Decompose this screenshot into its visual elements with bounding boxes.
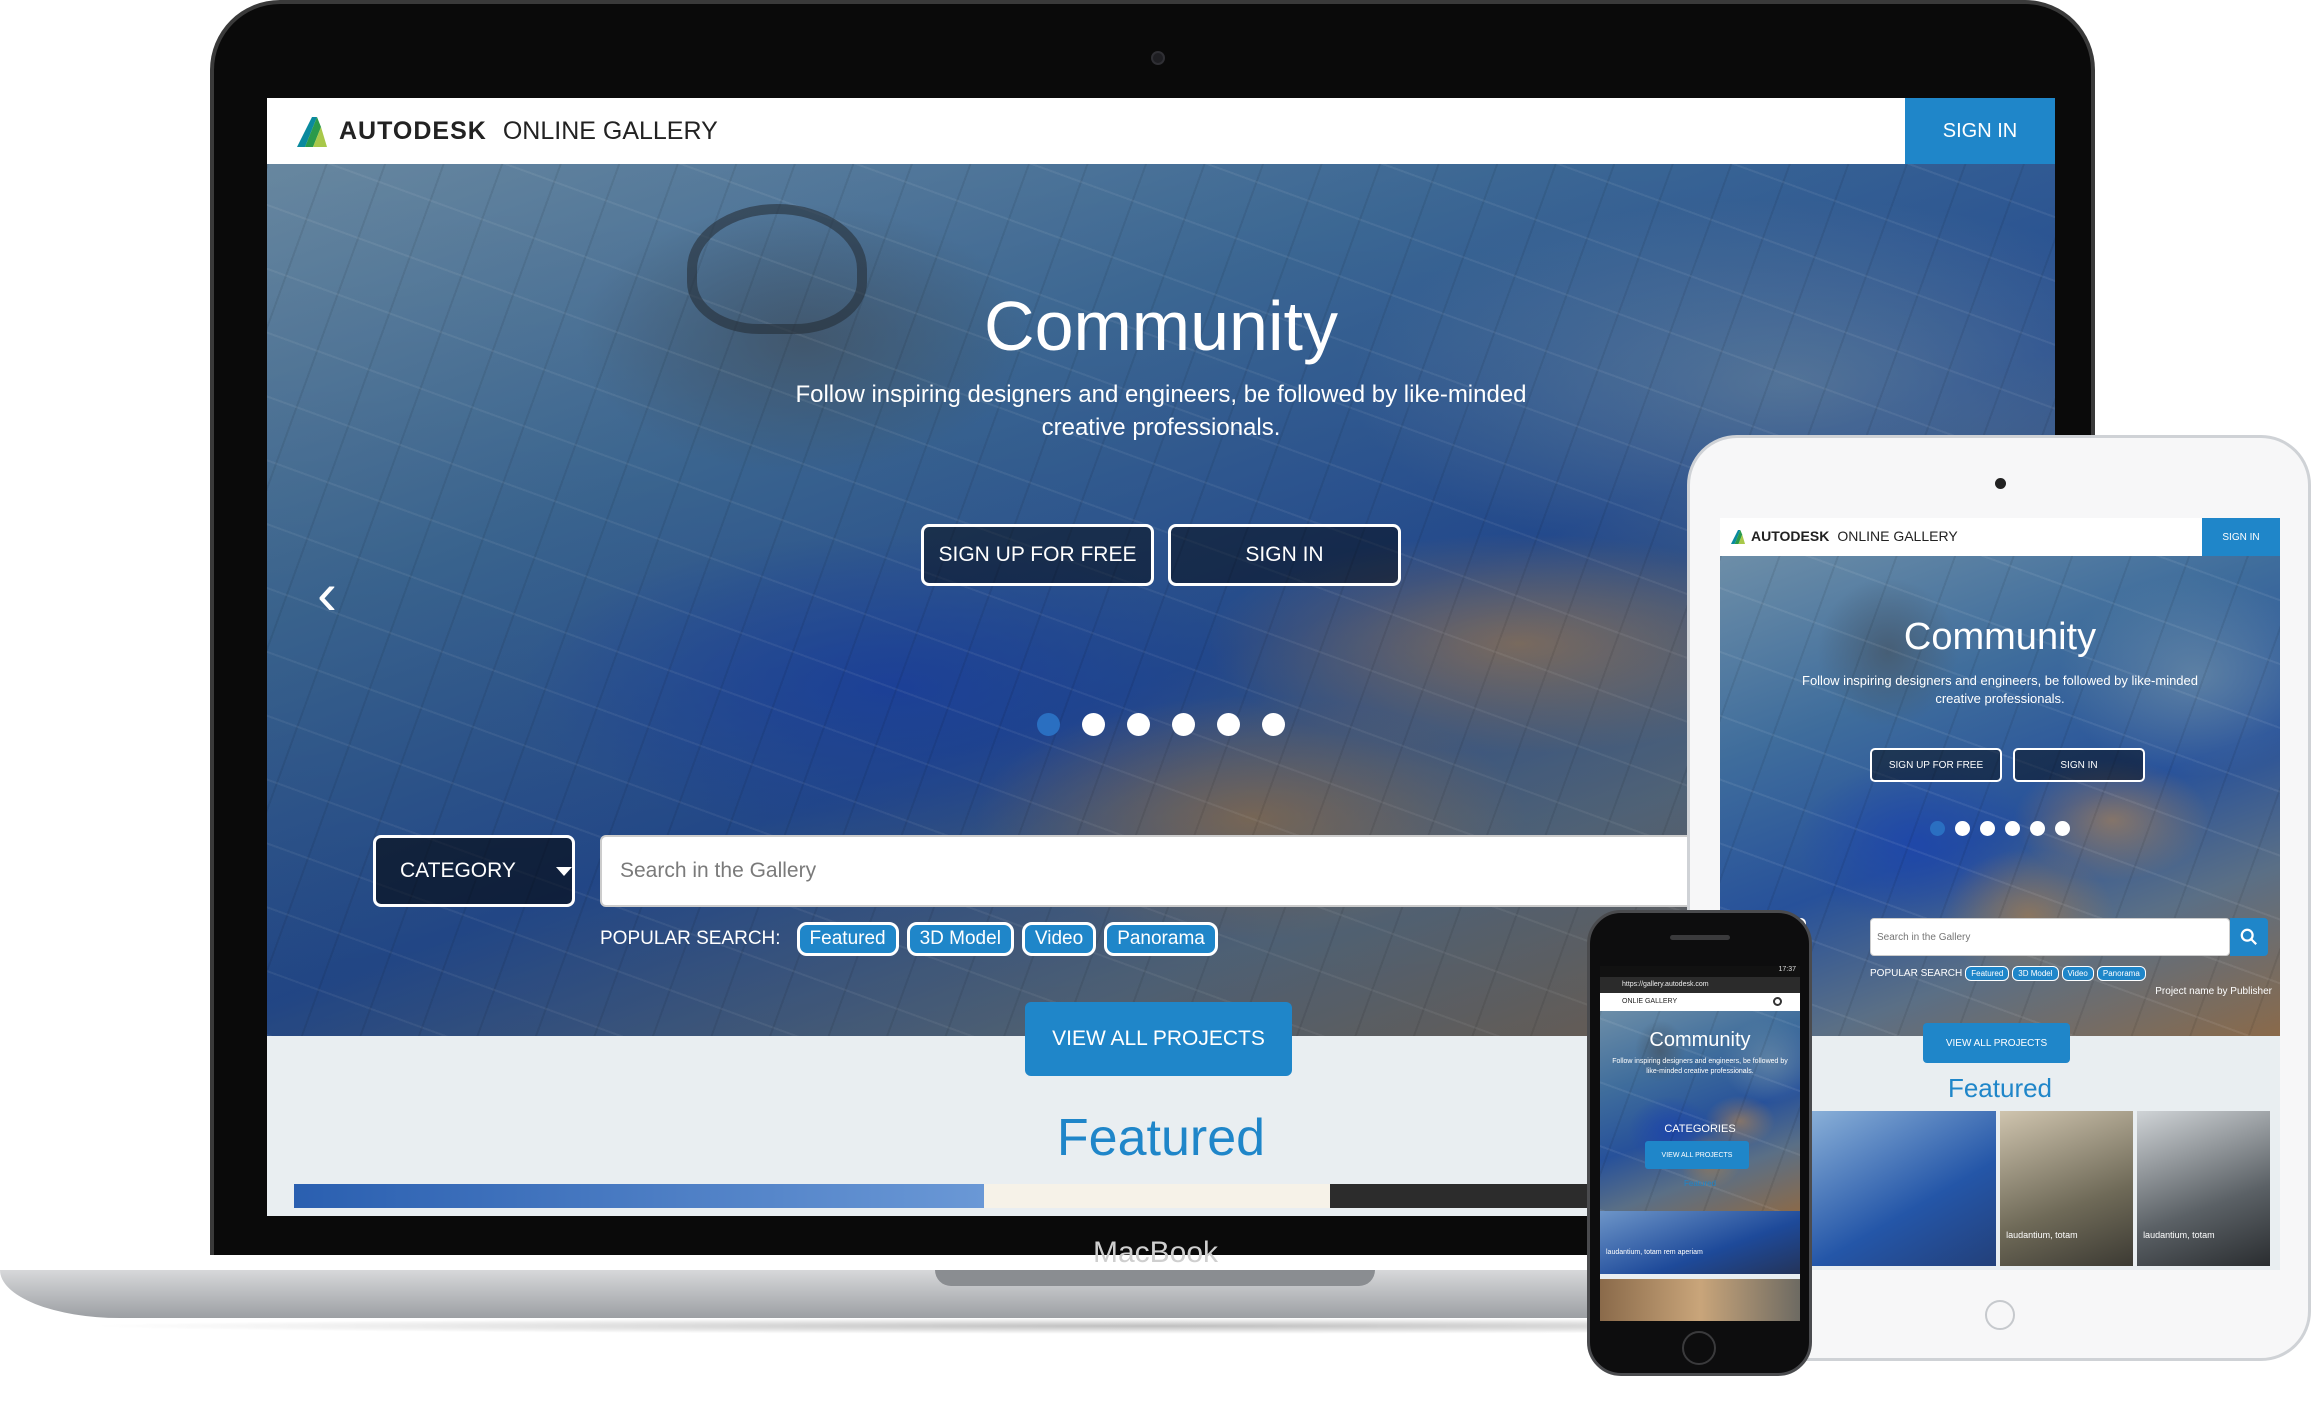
brand-name: AUTODESK — [339, 116, 487, 145]
hero-title: Community — [984, 287, 1338, 365]
carousel-dot[interactable] — [2055, 821, 2070, 836]
hero-subtitle: Follow inspiring designers and engineers… — [795, 381, 1527, 441]
carousel-dot[interactable] — [1930, 821, 1945, 836]
autodesk-logo-icon — [1730, 529, 1746, 544]
topbar-sign-in-button[interactable]: SIGN IN — [1905, 98, 2055, 164]
card-caption: laudantium, totam rem aperiam — [1606, 1249, 1703, 1256]
top-nav-bar: AUTODESK ONLINE GALLERY SIGN IN — [267, 98, 2055, 164]
camera-icon — [1995, 478, 2006, 489]
popular-chip-featured[interactable]: Featured — [1965, 966, 2010, 981]
app-name: ONLINE GALLERY — [502, 116, 718, 145]
camera-icon — [1151, 51, 1165, 65]
carousel-dot[interactable] — [2030, 821, 2045, 836]
category-dropdown[interactable]: CATEGORY — [373, 835, 575, 907]
carousel-dot[interactable] — [2005, 821, 2020, 836]
hero-subtitle: Follow inspiring designers and engineers… — [1612, 1058, 1788, 1075]
hero-title: Community — [1903, 616, 2097, 658]
autodesk-logo-icon — [297, 117, 327, 147]
topbar-sign-in-button[interactable]: SIGN IN — [2202, 518, 2280, 556]
app-name: ONLINE GALLERY — [1837, 528, 1958, 544]
featured-thumbnail[interactable] — [1810, 1111, 1997, 1266]
search-button[interactable] — [2230, 918, 2268, 956]
popular-chip-video[interactable]: Video — [2061, 966, 2094, 981]
brand-logo[interactable]: AUTODESK ONLINE GALLERY — [1730, 528, 1958, 544]
hero-title: Community — [1649, 1029, 1751, 1051]
top-nav-bar: AUTODESK ONLINE GALLERY SIGN IN — [1720, 518, 2280, 556]
popular-search-label: POPULAR SEARCH: — [600, 928, 781, 949]
phone-screen: 17:37 https://gallery.autodesk.com ONLIE… — [1600, 966, 1800, 1321]
category-label: CATEGORY — [400, 859, 516, 882]
featured-card[interactable] — [1600, 1279, 1800, 1321]
popular-chip-video[interactable]: Video — [1021, 922, 1097, 956]
hero-subtitle: Follow inspiring designers and engineers… — [1802, 673, 2198, 706]
featured-thumbnail[interactable]: laudantium, totam — [2137, 1111, 2270, 1266]
browser-url-bar[interactable]: https://gallery.autodesk.com — [1600, 977, 1800, 993]
carousel-dot[interactable] — [1980, 821, 1995, 836]
carousel-dot[interactable] — [1037, 713, 1060, 736]
laptop-notch — [935, 1270, 1375, 1286]
featured-thumbnail[interactable]: laudantium, totam — [2000, 1111, 2134, 1266]
carousel-dot[interactable] — [1082, 713, 1105, 736]
popular-search: POPULAR SEARCH: Featured 3D Model Video … — [600, 922, 1218, 956]
view-all-projects-button[interactable]: VIEW ALL PROJECTS — [1923, 1023, 2070, 1063]
hero-carousel: Community Follow inspiring designers and… — [1600, 1011, 1800, 1211]
carousel-dots — [1037, 713, 1285, 736]
app-name: ONLIE GALLERY — [1622, 998, 1678, 1005]
thumbnail-caption: laudantium, totam — [2006, 1230, 2078, 1240]
brand-logo[interactable]: AUTODESK ONLINE GALLERY — [295, 115, 718, 147]
home-button — [1682, 1331, 1716, 1365]
popular-chip-3d-model[interactable]: 3D Model — [2012, 966, 2059, 981]
caret-down-icon — [555, 866, 572, 876]
thumbnail-caption: laudantium, totam — [2143, 1230, 2215, 1240]
search-icon — [2240, 928, 2257, 945]
popular-search-label: POPULAR SEARCH — [1870, 968, 1963, 979]
home-button — [1985, 1300, 2015, 1330]
hero-sign-in-button[interactable]: SIGN IN — [2013, 748, 2145, 782]
carousel-dot[interactable] — [1127, 713, 1150, 736]
status-bar: 17:37 — [1600, 966, 1800, 977]
featured-thumbnail[interactable] — [294, 1184, 984, 1208]
popular-chip-panorama[interactable]: Panorama — [1104, 922, 1218, 956]
featured-card[interactable]: laudantium, totam rem aperiam — [1600, 1211, 1800, 1274]
phone-frame: 17:37 https://gallery.autodesk.com ONLIE… — [1587, 910, 1812, 1376]
featured-thumbnails: laudantium, totam laudantium, totam — [1810, 1111, 2270, 1266]
featured-heading: Featured — [1683, 1179, 1717, 1188]
sign-up-button[interactable]: SIGN UP FOR FREE — [921, 524, 1154, 586]
project-credit: Project name by Publisher — [2155, 986, 2272, 997]
search-input[interactable] — [1870, 918, 2230, 956]
featured-thumbnail[interactable] — [984, 1184, 1330, 1208]
popular-chip-featured[interactable]: Featured — [796, 922, 899, 956]
categories-dropdown[interactable]: CATEGORIES — [1600, 1123, 1800, 1135]
sign-up-button[interactable]: SIGN UP FOR FREE — [1870, 748, 2002, 782]
search-icon[interactable] — [1773, 997, 1782, 1006]
carousel-dots — [1930, 821, 2070, 836]
popular-chip-3d-model[interactable]: 3D Model — [906, 922, 1014, 956]
carousel-dot[interactable] — [1262, 713, 1285, 736]
top-nav-bar: ONLIE GALLERY — [1600, 993, 1800, 1011]
view-all-projects-button[interactable]: VIEW ALL PROJECTS — [1645, 1141, 1749, 1169]
speaker-grille — [1670, 935, 1730, 940]
brand-name: AUTODESK — [1751, 528, 1830, 544]
carousel-dot[interactable] — [1217, 713, 1240, 736]
popular-chip-panorama[interactable]: Panorama — [2096, 966, 2146, 981]
popular-search: POPULAR SEARCH Featured 3D Model Video P… — [1870, 966, 2146, 981]
carousel-dot[interactable] — [1955, 821, 1970, 836]
carousel-dot[interactable] — [1172, 713, 1195, 736]
view-all-projects-button[interactable]: VIEW ALL PROJECTS — [1025, 1002, 1292, 1076]
hero-sign-in-button[interactable]: SIGN IN — [1168, 524, 1401, 586]
chevron-left-icon[interactable]: ‹ — [317, 564, 337, 624]
